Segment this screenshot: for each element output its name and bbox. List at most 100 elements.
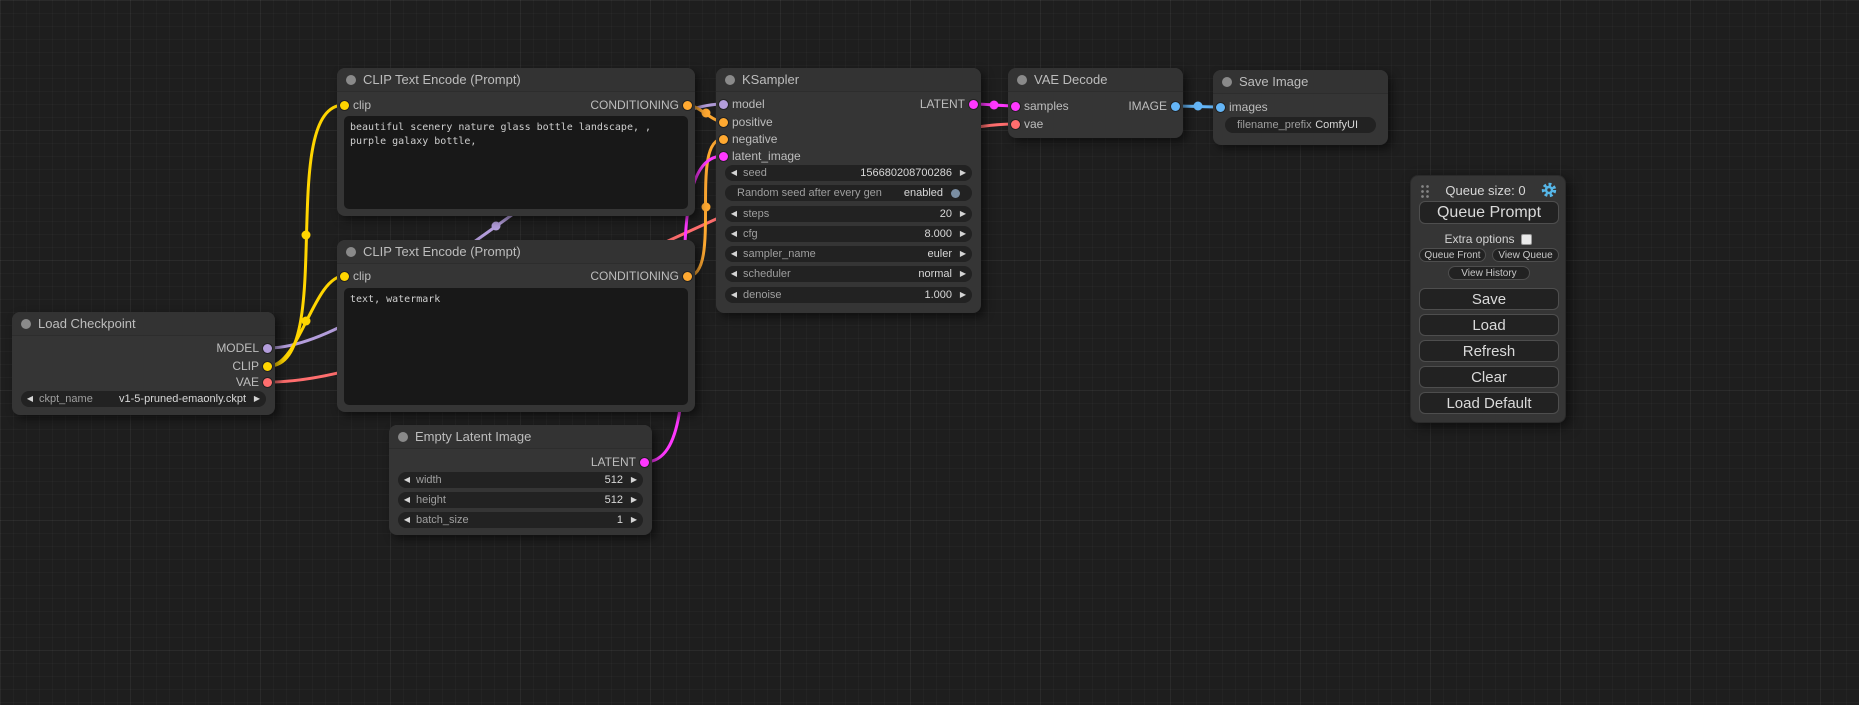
- positive-input-socket[interactable]: [719, 118, 728, 127]
- arrow-right-icon[interactable]: ▶: [954, 246, 972, 262]
- arrow-left-icon[interactable]: ◀: [21, 391, 39, 407]
- slot-label: model: [732, 97, 765, 111]
- arrow-right-icon[interactable]: ▶: [625, 512, 643, 528]
- node-ksampler[interactable]: KSampler model positive negative latent_…: [716, 68, 981, 313]
- negative-input-socket[interactable]: [719, 135, 728, 144]
- node-titlebar[interactable]: CLIP Text Encode (Prompt): [337, 240, 695, 264]
- widget-scheduler[interactable]: ◀ scheduler normal ▶: [725, 266, 972, 282]
- arrow-right-icon[interactable]: ▶: [625, 492, 643, 508]
- node-titlebar[interactable]: VAE Decode: [1008, 68, 1183, 92]
- settings-gear-icon[interactable]: [1541, 182, 1557, 198]
- arrow-left-icon[interactable]: ◀: [725, 226, 743, 242]
- slot-label: LATENT: [591, 455, 636, 469]
- widget-width[interactable]: ◀ width 512 ▶: [398, 472, 643, 488]
- node-graph-canvas[interactable]: Load Checkpoint MODEL CLIP VAE ◀ ckpt_na…: [0, 0, 1859, 705]
- node-title: CLIP Text Encode (Prompt): [363, 244, 521, 259]
- save-button[interactable]: Save: [1419, 288, 1559, 310]
- queue-prompt-button[interactable]: Queue Prompt: [1419, 201, 1559, 224]
- model-input-socket[interactable]: [719, 100, 728, 109]
- vae-output-socket[interactable]: [263, 378, 272, 387]
- arrow-left-icon[interactable]: ◀: [398, 492, 416, 508]
- widget-cfg[interactable]: ◀ cfg 8.000 ▶: [725, 226, 972, 242]
- view-history-button[interactable]: View History: [1448, 266, 1530, 280]
- node-load-checkpoint[interactable]: Load Checkpoint MODEL CLIP VAE ◀ ckpt_na…: [12, 312, 275, 415]
- widget-ckpt-name[interactable]: ◀ ckpt_name v1-5-pruned-emaonly.ckpt ▶: [21, 391, 266, 407]
- widget-height[interactable]: ◀ height 512 ▶: [398, 492, 643, 508]
- drag-handle-icon[interactable]: [1419, 183, 1430, 198]
- images-input-socket[interactable]: [1216, 103, 1225, 112]
- node-empty-latent-image[interactable]: Empty Latent Image LATENT ◀ width 512 ▶ …: [389, 425, 652, 535]
- collapse-toggle-icon[interactable]: [346, 75, 356, 85]
- view-queue-button[interactable]: View Queue: [1492, 248, 1559, 262]
- collapse-toggle-icon[interactable]: [21, 319, 31, 329]
- widget-value: 8.000: [924, 228, 952, 240]
- arrow-left-icon[interactable]: ◀: [725, 165, 743, 181]
- collapse-toggle-icon[interactable]: [1222, 77, 1232, 87]
- load-default-button[interactable]: Load Default: [1419, 392, 1559, 414]
- samples-input-socket[interactable]: [1011, 102, 1020, 111]
- widget-steps[interactable]: ◀ steps 20 ▶: [725, 206, 972, 222]
- queue-front-button[interactable]: Queue Front: [1419, 248, 1486, 262]
- positive-prompt-textarea[interactable]: beautiful scenery nature glass bottle la…: [344, 116, 688, 209]
- node-titlebar[interactable]: Empty Latent Image: [389, 425, 652, 449]
- clear-button[interactable]: Clear: [1419, 366, 1559, 388]
- node-titlebar[interactable]: Load Checkpoint: [12, 312, 275, 336]
- widget-label: batch_size: [416, 514, 617, 526]
- arrow-right-icon[interactable]: ▶: [954, 165, 972, 181]
- node-titlebar[interactable]: KSampler: [716, 68, 981, 92]
- arrow-left-icon[interactable]: ◀: [725, 266, 743, 282]
- arrow-right-icon[interactable]: ▶: [248, 391, 266, 407]
- arrow-left-icon[interactable]: ◀: [725, 287, 743, 303]
- latent-image-input-socket[interactable]: [719, 152, 728, 161]
- node-vae-decode[interactable]: VAE Decode samples vae IMAGE: [1008, 68, 1183, 138]
- node-save-image[interactable]: Save Image images filename_prefix ComfyU…: [1213, 70, 1388, 145]
- output-slot-latent: LATENT: [920, 96, 981, 112]
- arrow-right-icon[interactable]: ▶: [954, 226, 972, 242]
- arrow-right-icon[interactable]: ▶: [954, 206, 972, 222]
- refresh-button[interactable]: Refresh: [1419, 340, 1559, 362]
- negative-prompt-textarea[interactable]: text, watermark: [344, 288, 688, 405]
- conditioning-output-socket[interactable]: [683, 101, 692, 110]
- widget-sampler-name[interactable]: ◀ sampler_name euler ▶: [725, 246, 972, 262]
- widget-batch-size[interactable]: ◀ batch_size 1 ▶: [398, 512, 643, 528]
- conditioning-output-socket[interactable]: [683, 272, 692, 281]
- arrow-right-icon[interactable]: ▶: [625, 472, 643, 488]
- clip-input-socket[interactable]: [340, 272, 349, 281]
- latent-output-socket[interactable]: [640, 458, 649, 467]
- widget-value: euler: [928, 248, 952, 260]
- link-midpoint-dot: [702, 109, 711, 118]
- clip-input-socket[interactable]: [340, 101, 349, 110]
- slot-label: CLIP: [232, 359, 259, 373]
- extra-options-checkbox[interactable]: [1521, 234, 1532, 245]
- arrow-right-icon[interactable]: ▶: [954, 287, 972, 303]
- widget-random-seed-toggle[interactable]: Random seed after every gen enabled: [725, 185, 972, 201]
- arrow-right-icon[interactable]: ▶: [954, 266, 972, 282]
- collapse-toggle-icon[interactable]: [725, 75, 735, 85]
- slot-label: MODEL: [216, 341, 259, 355]
- node-titlebar[interactable]: CLIP Text Encode (Prompt): [337, 68, 695, 92]
- widget-filename-prefix[interactable]: filename_prefix ComfyUI: [1225, 117, 1376, 133]
- load-button[interactable]: Load: [1419, 314, 1559, 336]
- arrow-left-icon[interactable]: ◀: [725, 206, 743, 222]
- toggle-dot-icon[interactable]: [951, 189, 960, 198]
- arrow-left-icon[interactable]: ◀: [398, 472, 416, 488]
- arrow-left-icon[interactable]: ◀: [398, 512, 416, 528]
- widget-denoise[interactable]: ◀ denoise 1.000 ▶: [725, 287, 972, 303]
- image-output-socket[interactable]: [1171, 102, 1180, 111]
- collapse-toggle-icon[interactable]: [1017, 75, 1027, 85]
- node-clip-text-encode-positive[interactable]: CLIP Text Encode (Prompt) clip CONDITION…: [337, 68, 695, 216]
- model-output-socket[interactable]: [263, 344, 272, 353]
- node-titlebar[interactable]: Save Image: [1213, 70, 1388, 94]
- widget-label: filename_prefix: [1237, 119, 1315, 131]
- collapse-toggle-icon[interactable]: [398, 432, 408, 442]
- widget-label: denoise: [743, 289, 924, 301]
- comfy-menu-panel: Queue size: 0 Queue Prompt Extra options…: [1410, 175, 1566, 423]
- arrow-left-icon[interactable]: ◀: [725, 246, 743, 262]
- input-slot-images: images: [1213, 99, 1268, 115]
- clip-output-socket[interactable]: [263, 362, 272, 371]
- collapse-toggle-icon[interactable]: [346, 247, 356, 257]
- widget-seed[interactable]: ◀ seed 156680208700286 ▶: [725, 165, 972, 181]
- vae-input-socket[interactable]: [1011, 120, 1020, 129]
- node-clip-text-encode-negative[interactable]: CLIP Text Encode (Prompt) clip CONDITION…: [337, 240, 695, 412]
- latent-output-socket[interactable]: [969, 100, 978, 109]
